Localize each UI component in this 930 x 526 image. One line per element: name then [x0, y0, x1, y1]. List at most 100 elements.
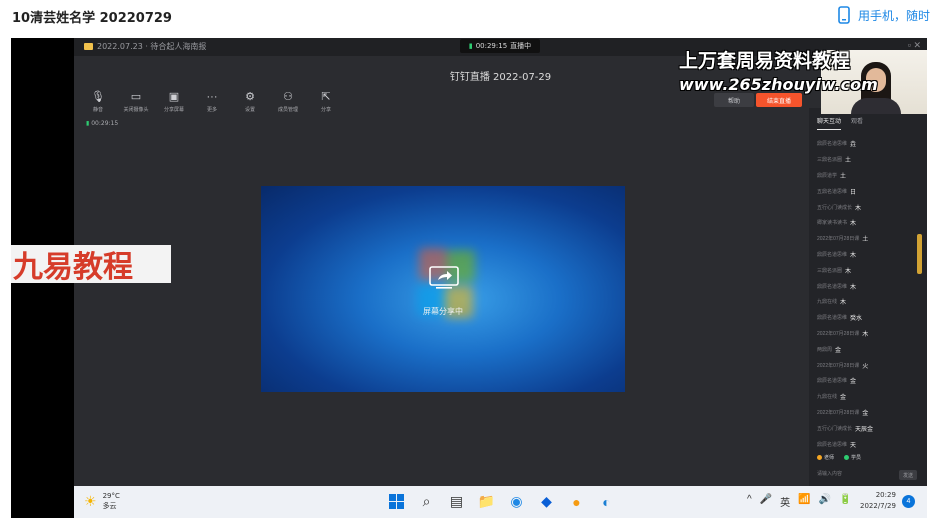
chat-author: 鼎辰道学 — [817, 172, 838, 179]
weather-widget[interactable]: ☀ 29°C 多云 — [84, 491, 120, 511]
battery-icon[interactable]: 🔋 — [839, 494, 851, 509]
toolbar-gear-button[interactable]: ⚙ 设置 — [238, 90, 262, 113]
chat-text: 木 — [840, 300, 847, 307]
chat-author: 五行心门读成长 — [817, 425, 853, 432]
task-view-icon[interactable]: ▤ — [446, 491, 467, 512]
screen-share-status: 屏幕分享中 — [423, 307, 463, 316]
file-explorer-icon[interactable]: 📁 — [476, 491, 497, 512]
signal-icon: ▮ — [468, 42, 473, 50]
chat-author: 三鼎名派圈 — [817, 267, 843, 274]
chat-text: 金 — [835, 347, 842, 354]
legend-item: 老师 — [817, 454, 834, 461]
chat-author: 鼎辰名道思维 — [817, 378, 848, 385]
chat-message: 五鼎名道思维日 — [817, 183, 921, 199]
toolbar-screen-button[interactable]: ▣ 分享屏幕 — [162, 90, 186, 113]
toolbar-label: 关闭摄像头 — [123, 107, 149, 113]
toolbar-share-out-button[interactable]: ⇱ 分享 — [314, 90, 338, 113]
chat-message: 鼎辰名道思维天 — [817, 436, 921, 452]
ime-indicator[interactable]: 英 — [780, 494, 790, 509]
chat-text: 土 — [840, 173, 847, 180]
chat-panel: 聊天互动 观看 鼎辰名道思维垚三鼎名派圈土鼎辰道学土五鼎名道思维日五行心门读成长… — [809, 108, 927, 486]
chat-message: 2022年07月28日课火 — [817, 357, 921, 373]
taskbar-clock[interactable]: 20:29 2022/7/29 — [860, 490, 896, 512]
edge-browser-icon[interactable]: ◐ — [596, 491, 617, 512]
tab-viewers[interactable]: 观看 — [851, 116, 863, 130]
chat-message: 鼎辰名道思维木 — [817, 247, 921, 263]
weather-desc: 多云 — [102, 502, 117, 510]
live-timer: ▮ 00:29:15 — [86, 120, 119, 127]
chat-author: 鼎辰名道思维 — [817, 441, 848, 448]
chat-tabs: 聊天互动 观看 — [809, 116, 927, 130]
chat-message: 鼎辰名道思维金 — [817, 373, 921, 389]
toolbar-label: 分享屏幕 — [163, 107, 184, 113]
chat-message: 鼎辰名道思维木 — [817, 278, 921, 294]
chat-author: 鼎辰名道思维 — [817, 141, 848, 148]
chat-text: 金 — [850, 379, 857, 386]
watermark-url: www.265zhouyiw.com — [679, 75, 878, 94]
user-icon: ⚇ — [283, 91, 293, 103]
chat-message: 九鼎在线木 — [817, 294, 921, 310]
edge-icon[interactable]: ◉ — [506, 491, 527, 512]
volume-icon[interactable]: 🔊 — [819, 494, 831, 509]
toolbar-more-button[interactable]: ··· 更多 — [200, 90, 224, 113]
tray-mic-icon[interactable]: 🎤 — [760, 494, 772, 509]
toolbar-camera-button[interactable]: ▭ 关闭摄像头 — [123, 90, 149, 113]
chat-message: 鼎辰名道思维垚 — [817, 136, 921, 152]
chat-author: 2022年07月28日课 — [817, 330, 860, 337]
notification-badge[interactable]: 4 — [902, 495, 915, 508]
toolbar-label: 更多 — [206, 107, 217, 113]
app-orange-icon[interactable]: ● — [566, 491, 587, 512]
chat-scrollbar[interactable] — [917, 234, 922, 274]
app-blue-icon[interactable]: ◆ — [536, 491, 557, 512]
weather-temp: 29°C — [102, 492, 120, 500]
folder-label: 2022.07.23 · 待合起人海南报 — [84, 41, 206, 52]
watermark-title: 上万套周易资料教程 — [679, 50, 851, 72]
chat-message: 五行心门读成长木 — [817, 199, 921, 215]
search-icon[interactable]: ⌕ — [416, 491, 437, 512]
camera-icon: ▭ — [130, 91, 142, 103]
chat-author: 鼎辰名道思维 — [817, 283, 848, 290]
chat-text: 金 — [840, 395, 847, 402]
presenter-body — [851, 98, 901, 114]
tray-chevron-icon[interactable]: ^ — [747, 494, 752, 509]
video-player[interactable]: 2022.07.23 · 待合起人海南报 ▮ 00:29:15 直播中 ▫ ✕ 钉钉… — [11, 38, 927, 518]
chat-message: 九鼎在线金 — [817, 389, 921, 405]
help-button[interactable]: 帮助 — [714, 93, 754, 107]
chat-text: 木 — [850, 284, 857, 291]
watermark-left: 九易教程 — [11, 245, 171, 285]
tab-chat[interactable]: 聊天互动 — [817, 116, 842, 130]
chat-author: 2022年07月28日课 — [817, 236, 860, 243]
toolbar-mic-button[interactable]: 🎙 静音 — [86, 90, 110, 113]
page-header: 10清芸姓名学 20220729 用手机，随时 — [0, 0, 930, 32]
chat-message: 鼎辰道学土 — [817, 168, 921, 184]
phone-icon — [838, 6, 850, 24]
toolbar-user-button[interactable]: ⚇ 成员管理 — [276, 90, 300, 113]
chat-list: 鼎辰名道思维垚三鼎名派圈土鼎辰道学土五鼎名道思维日五行心门读成长木卿家读书读书木… — [817, 136, 921, 452]
chat-author: 五行心门读成长 — [817, 204, 853, 211]
chat-author: 鼎辰名道思维 — [817, 315, 848, 322]
chat-author: 三鼎名派圈 — [817, 157, 843, 164]
send-button[interactable]: 发送 — [899, 470, 917, 480]
chat-text: 木 — [845, 268, 852, 275]
windows-start-icon[interactable] — [386, 491, 407, 512]
chat-text: 木 — [850, 252, 857, 259]
mobile-link[interactable]: 用手机，随时 — [838, 6, 930, 24]
chat-message: 三鼎名派圈土 — [817, 152, 921, 168]
mic-icon: 🎙 — [91, 91, 105, 103]
toolbar-label: 成员管理 — [277, 107, 298, 113]
chat-message: 鼎辰名道思维 癸水 — [817, 310, 921, 326]
chat-input[interactable]: 请输入内容 发送 — [815, 470, 921, 482]
toolbar-label: 静音 — [92, 107, 103, 113]
end-live-button[interactable]: 结束直播 — [756, 93, 802, 107]
screen-share-icon — [429, 266, 459, 289]
chat-message: 2022年07月28日课土 — [817, 231, 921, 247]
chat-message: 卿家读书读书木 — [817, 215, 921, 231]
wifi-icon[interactable]: 📶 — [798, 494, 810, 509]
recording-status: ▮ 00:29:15 直播中 — [460, 39, 540, 53]
chat-text: 火 — [862, 363, 869, 370]
chat-message: 2022年07月28日课金 — [817, 405, 921, 421]
chat-text: 土 — [862, 237, 869, 244]
legend-item: 学员 — [844, 454, 861, 461]
chat-author: 2022年07月28日课 — [817, 409, 860, 416]
toolbar-label: 分享 — [320, 107, 331, 113]
